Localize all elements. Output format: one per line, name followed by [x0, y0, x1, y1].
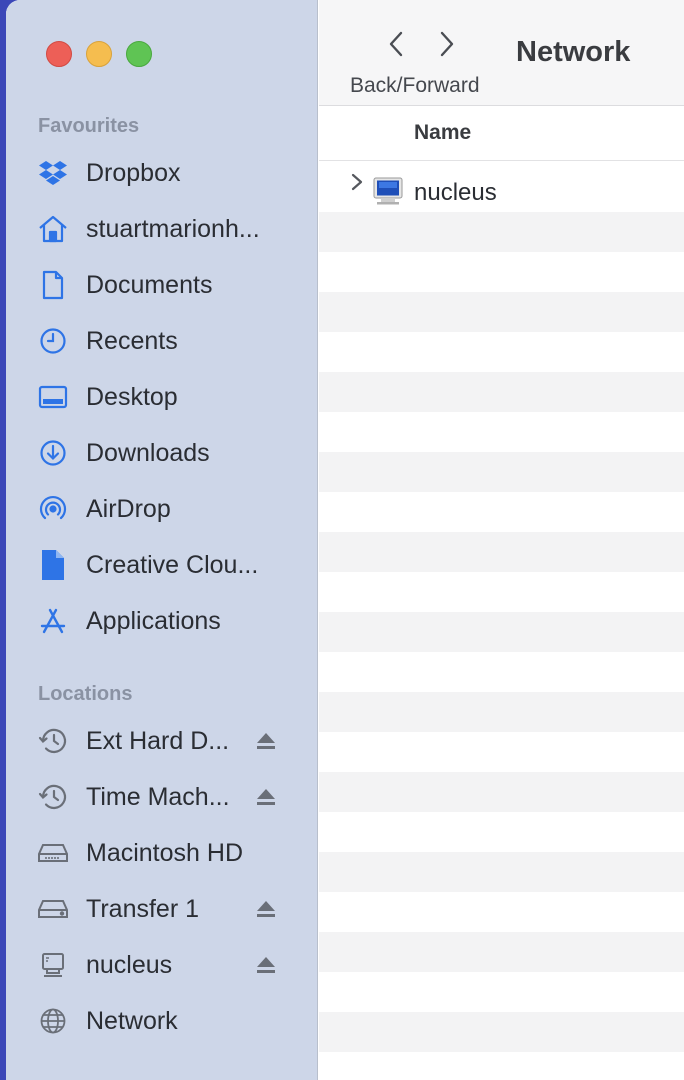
empty-row: [319, 252, 684, 292]
sidebar-item-label: Applications: [86, 606, 221, 635]
sidebar-item-label: Documents: [86, 270, 213, 299]
networked-computer-icon: [373, 177, 403, 205]
sidebar-item-label: nucleus: [86, 950, 173, 979]
internal-drive-icon: [36, 836, 70, 870]
empty-row: [319, 772, 684, 812]
locations-heading: Locations: [38, 683, 133, 705]
sidebar-item-airdrop[interactable]: AirDrop: [36, 489, 296, 529]
sidebar-item-network[interactable]: Network: [36, 1001, 296, 1041]
sidebar-item-time-machine[interactable]: Time Mach...: [36, 777, 296, 817]
sidebar-item-documents[interactable]: Documents: [36, 265, 296, 305]
applications-icon: [36, 604, 70, 638]
empty-row: [319, 452, 684, 492]
name-column-header[interactable]: Name: [414, 121, 471, 145]
empty-row: [319, 692, 684, 732]
sidebar-item-transfer-1[interactable]: Transfer 1: [36, 889, 296, 929]
empty-row: [319, 332, 684, 372]
sidebar-item-label: AirDrop: [86, 494, 171, 523]
sidebar: Favourites Dropbox stuartmarionh... Docu…: [6, 0, 318, 1080]
forward-button[interactable]: [431, 28, 463, 60]
nav-caption: Back/Forward: [350, 74, 480, 97]
sidebar-item-ext-hard-drive[interactable]: Ext Hard D...: [36, 721, 296, 761]
empty-row: [319, 412, 684, 452]
empty-row: [319, 852, 684, 892]
empty-row: [319, 1052, 684, 1080]
external-drive-icon: [36, 892, 70, 926]
sidebar-item-label: stuartmarionh...: [86, 214, 260, 243]
sidebar-item-home[interactable]: stuartmarionh...: [36, 209, 296, 249]
airdrop-icon: [36, 492, 70, 526]
file-list: nucleus: [319, 162, 684, 1080]
sidebar-item-dropbox[interactable]: Dropbox: [36, 153, 296, 193]
time-machine-icon: [36, 724, 70, 758]
list-item[interactable]: nucleus: [319, 162, 684, 212]
back-button[interactable]: [380, 28, 412, 60]
sidebar-item-label: Time Mach...: [86, 782, 230, 811]
sidebar-item-macintosh-hd[interactable]: Macintosh HD: [36, 833, 296, 873]
sidebar-item-downloads[interactable]: Downloads: [36, 433, 296, 473]
empty-row: [319, 612, 684, 652]
toolbar: Back/Forward Network: [319, 0, 684, 106]
sidebar-item-nucleus[interactable]: nucleus: [36, 945, 296, 985]
empty-row: [319, 372, 684, 412]
sidebar-item-label: Macintosh HD: [86, 838, 243, 867]
empty-row: [319, 732, 684, 772]
time-machine-icon: [36, 780, 70, 814]
finder-window: Favourites Dropbox stuartmarionh... Docu…: [6, 0, 684, 1080]
sidebar-item-label: Downloads: [86, 438, 210, 467]
file-icon: [36, 548, 70, 582]
chevron-right-icon: [440, 31, 454, 57]
zoom-button[interactable]: [126, 41, 152, 67]
favourites-heading: Favourites: [38, 115, 140, 137]
sidebar-item-creative-cloud[interactable]: Creative Clou...: [36, 545, 296, 585]
sidebar-item-label: Network: [86, 1006, 178, 1035]
globe-icon: [36, 1004, 70, 1038]
document-icon: [36, 268, 70, 302]
home-icon: [36, 212, 70, 246]
empty-row: [319, 812, 684, 852]
empty-row: [319, 1012, 684, 1052]
sidebar-item-label: Desktop: [86, 382, 178, 411]
download-icon: [36, 436, 70, 470]
empty-row: [319, 892, 684, 932]
empty-row: [319, 572, 684, 612]
list-item-name: nucleus: [414, 179, 497, 206]
window-controls: [46, 41, 152, 67]
clock-icon: [36, 324, 70, 358]
eject-icon[interactable]: [255, 787, 277, 807]
empty-row: [319, 492, 684, 532]
sidebar-item-label: Dropbox: [86, 158, 181, 187]
empty-row: [319, 212, 684, 252]
eject-icon[interactable]: [255, 899, 277, 919]
empty-row: [319, 652, 684, 692]
empty-row: [319, 292, 684, 332]
empty-row: [319, 932, 684, 972]
empty-row: [319, 972, 684, 1012]
desktop-icon: [36, 380, 70, 414]
minimize-button[interactable]: [86, 41, 112, 67]
computer-icon: [36, 948, 70, 982]
sidebar-item-label: Ext Hard D...: [86, 726, 230, 755]
empty-row: [319, 532, 684, 572]
eject-icon[interactable]: [255, 955, 277, 975]
dropbox-icon: [36, 156, 70, 190]
sidebar-item-label: Recents: [86, 326, 178, 355]
eject-icon[interactable]: [255, 731, 277, 751]
sidebar-item-label: Transfer 1: [86, 894, 200, 923]
disclosure-triangle-icon[interactable]: [349, 172, 365, 192]
sidebar-item-desktop[interactable]: Desktop: [36, 377, 296, 417]
sidebar-item-applications[interactable]: Applications: [36, 601, 296, 641]
sidebar-item-recents[interactable]: Recents: [36, 321, 296, 361]
close-button[interactable]: [46, 41, 72, 67]
chevron-left-icon: [389, 31, 403, 57]
sidebar-item-label: Creative Clou...: [86, 550, 259, 579]
column-header: Name: [319, 107, 684, 161]
window-title: Network: [516, 36, 631, 68]
